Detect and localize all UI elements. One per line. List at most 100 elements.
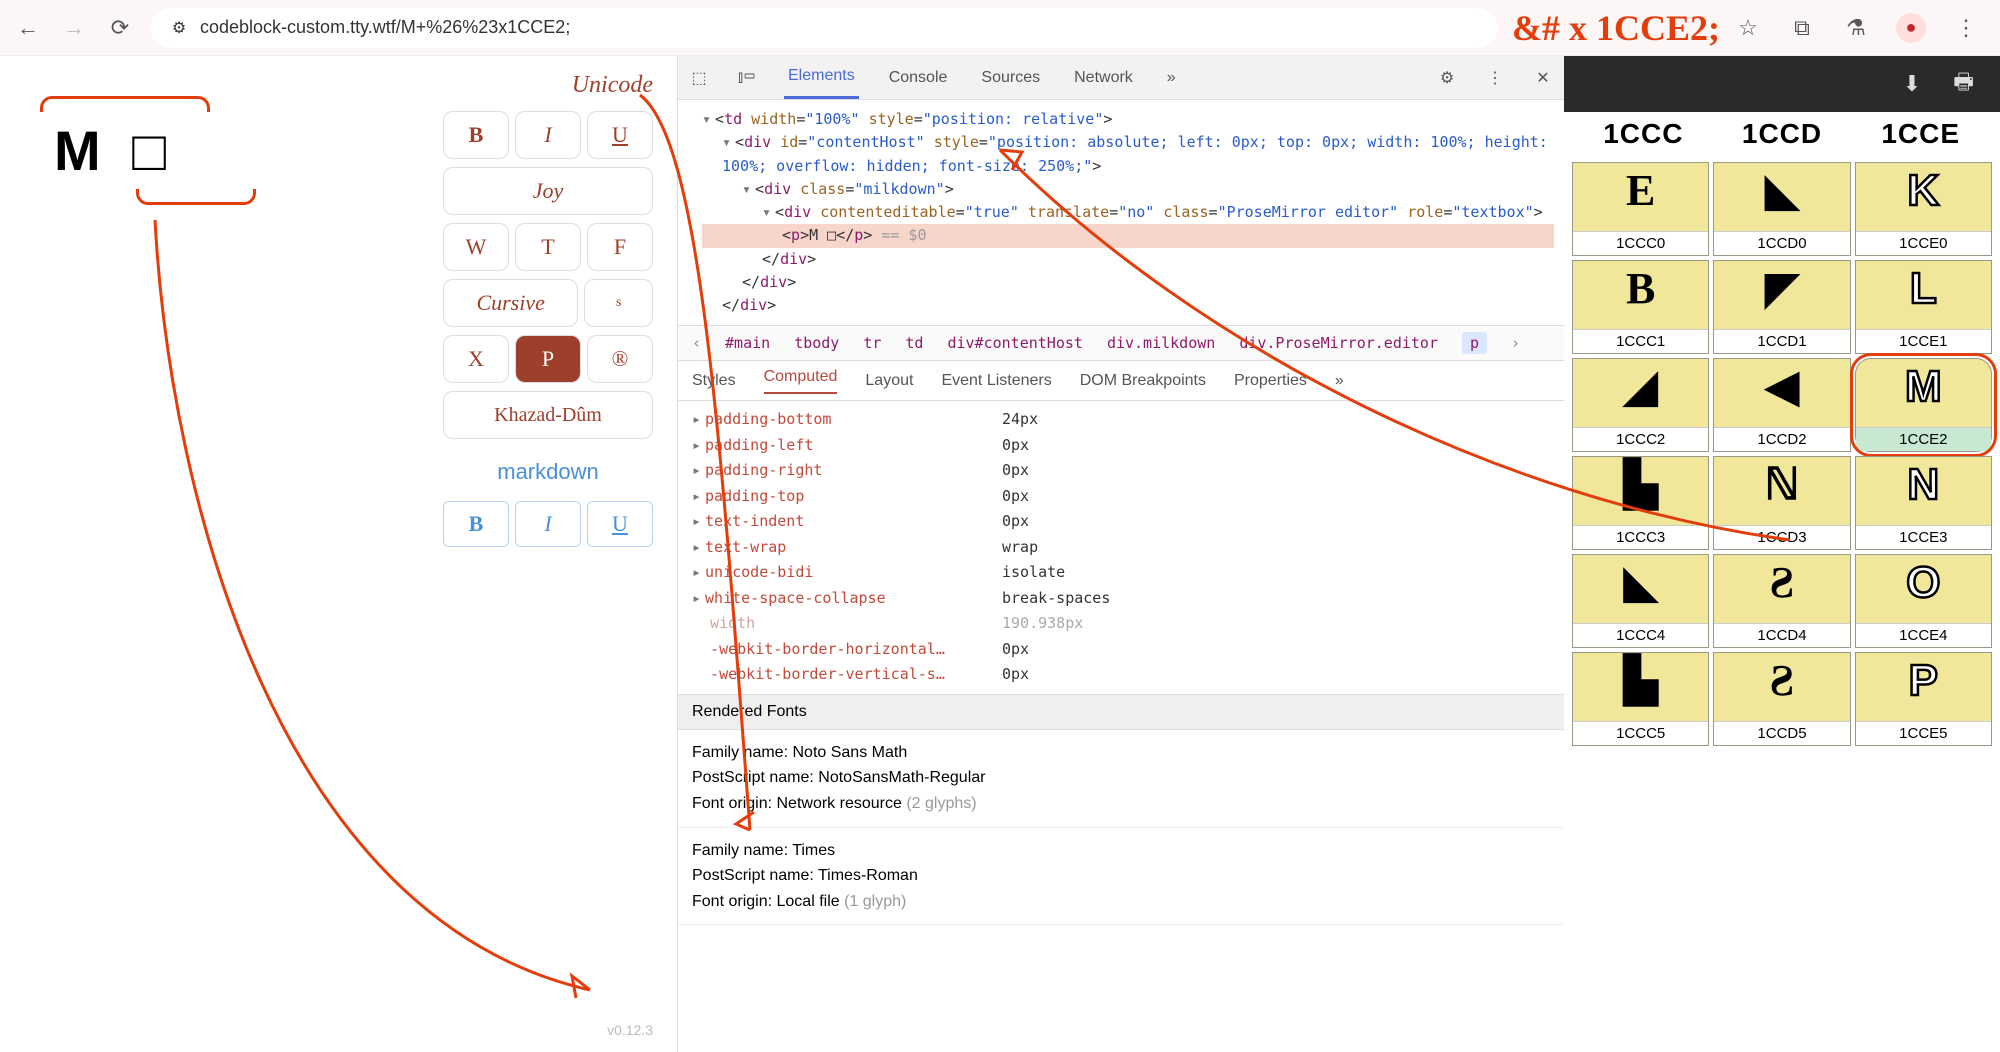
computed-row[interactable]: width190.938px <box>692 611 1550 637</box>
crumb-p[interactable]: p <box>1462 332 1487 354</box>
print-icon[interactable]: 🖶 <box>1953 65 1974 103</box>
tab-console[interactable]: Console <box>885 56 952 99</box>
p-button[interactable]: P <box>515 335 581 383</box>
r-button[interactable]: ® <box>587 335 653 383</box>
cursive-button[interactable]: Cursive <box>443 279 578 327</box>
font2-ps: Times-Roman <box>818 867 918 884</box>
kebab-menu-icon[interactable]: ⋮ <box>1952 14 1980 42</box>
subtab-layout[interactable]: Layout <box>865 372 913 390</box>
glyph-cell-1CCD3[interactable]: ℕ1CCD3 <box>1713 456 1850 550</box>
glyph-cell-1CCC2[interactable]: ◢1CCC2 <box>1572 358 1709 452</box>
settings-icon[interactable]: ⚙ <box>1436 67 1458 89</box>
glyph-cell-1CCD2[interactable]: ◀1CCD2 <box>1713 358 1850 452</box>
glyph-cell-1CCC1[interactable]: Β1CCC1 <box>1572 260 1709 354</box>
superscript-button[interactable]: s <box>584 279 653 327</box>
dom-tree[interactable]: ▾<td width="100%" style="position: relat… <box>678 100 1564 325</box>
back-button[interactable]: ← <box>12 12 44 44</box>
w-button[interactable]: W <box>443 223 509 271</box>
md-bold-button[interactable]: B <box>443 501 509 547</box>
crumb-scroll-right[interactable]: › <box>1511 334 1520 352</box>
crumb-contenthost[interactable]: div#contentHost <box>947 334 1082 352</box>
subtabs-overflow[interactable]: » <box>1335 372 1344 390</box>
glyph-cell-1CCC0[interactable]: Ε1CCC0 <box>1572 162 1709 256</box>
close-devtools-icon[interactable]: ✕ <box>1532 67 1554 89</box>
forward-button[interactable]: → <box>58 12 90 44</box>
glyph-icon: K <box>1907 169 1939 213</box>
crumb-milkdown[interactable]: div.milkdown <box>1107 334 1215 352</box>
computed-row[interactable]: ▸padding-right0px <box>692 458 1550 484</box>
subtab-dom-breakpoints[interactable]: DOM Breakpoints <box>1080 372 1206 390</box>
subtab-styles[interactable]: Styles <box>692 372 736 390</box>
glyph-cell-1CCE5[interactable]: P1CCE5 <box>1855 652 1992 746</box>
computed-row[interactable]: -webkit-border-vertical-s…0px <box>692 662 1550 688</box>
glyph-cell-1CCE2[interactable]: M1CCE2 <box>1855 358 1992 452</box>
device-toggle-icon[interactable]: ⫾▭ <box>736 67 758 89</box>
glyph-cell-1CCC3[interactable]: ▙1CCC3 <box>1572 456 1709 550</box>
subtab-event-listeners[interactable]: Event Listeners <box>941 372 1051 390</box>
glyph-cell-1CCD1[interactable]: ◤1CCD1 <box>1713 260 1850 354</box>
crumb-prosemirror[interactable]: div.ProseMirror.editor <box>1239 334 1438 352</box>
glyph-cell-1CCC4[interactable]: ◣ 1CCC4 <box>1572 554 1709 648</box>
subtab-properties[interactable]: Properties <box>1234 372 1307 390</box>
computed-row[interactable]: ▸unicode-bidiisolate <box>692 560 1550 586</box>
inspect-icon[interactable]: ⬚ <box>688 67 710 89</box>
joy-button[interactable]: Joy <box>443 167 653 215</box>
khazad-button[interactable]: Khazad-Dûm <box>443 391 653 439</box>
md-italic-button[interactable]: I <box>515 501 581 547</box>
glyph-cell-1CCC5[interactable]: ▙1CCC5 <box>1572 652 1709 746</box>
glyph-icon: ◣ <box>1624 561 1658 605</box>
rendered-fonts-header: Rendered Fonts <box>678 694 1564 730</box>
rendered-text[interactable]: M □ <box>40 118 256 183</box>
crumb-scroll-left[interactable]: ‹ <box>692 334 701 352</box>
devtools-menu-icon[interactable]: ⋮ <box>1484 67 1506 89</box>
md-underline-button[interactable]: U <box>587 501 653 547</box>
tab-sources[interactable]: Sources <box>977 56 1044 99</box>
crumb-tbody[interactable]: tbody <box>794 334 839 352</box>
col-header-1ccd: 1CCD <box>1713 118 1852 150</box>
bold-button[interactable]: B <box>443 111 509 159</box>
x-button[interactable]: X <box>443 335 509 383</box>
reload-button[interactable]: ⟳ <box>104 12 136 44</box>
chrome-actions: ☆ ⧉ ⚗ ● ⋮ <box>1734 13 1988 43</box>
subtab-computed[interactable]: Computed <box>764 368 838 394</box>
f-button[interactable]: F <box>587 223 653 271</box>
glyph-cell-1CCE3[interactable]: N1CCE3 <box>1855 456 1992 550</box>
glyph-code-label: 1CCC4 <box>1573 623 1708 647</box>
computed-row[interactable]: ▸white-space-collapsebreak-spaces <box>692 586 1550 612</box>
glyph-cell-1CCE4[interactable]: O1CCE4 <box>1855 554 1992 648</box>
version-label: v0.12.3 <box>607 1022 653 1038</box>
glyph-cell-1CCD5[interactable]: Ƨ1CCD5 <box>1713 652 1850 746</box>
tab-network[interactable]: Network <box>1070 56 1137 99</box>
tab-elements[interactable]: Elements <box>784 56 859 99</box>
italic-button[interactable]: I <box>515 111 581 159</box>
font1-origin: Network resource <box>777 795 902 812</box>
computed-row[interactable]: -webkit-border-horizontal…0px <box>692 637 1550 663</box>
computed-row[interactable]: ▸padding-left0px <box>692 433 1550 459</box>
glyph-cell-1CCD0[interactable]: ◣1CCD0 <box>1713 162 1850 256</box>
crumb-tr[interactable]: tr <box>863 334 881 352</box>
glyph-icon: O <box>1906 561 1940 605</box>
computed-list[interactable]: ▸padding-bottom24px▸padding-left0px▸padd… <box>678 401 1564 694</box>
crumb-td[interactable]: td <box>905 334 923 352</box>
glyph-cell-1CCE1[interactable]: L1CCE1 <box>1855 260 1992 354</box>
glyph-cell-1CCD4[interactable]: Ƨ1CCD4 <box>1713 554 1850 648</box>
star-icon[interactable]: ☆ <box>1734 14 1762 42</box>
computed-row[interactable]: ▸padding-bottom24px <box>692 407 1550 433</box>
t-button[interactable]: T <box>515 223 581 271</box>
site-info-icon[interactable]: ⚙ <box>168 17 190 39</box>
extensions-icon[interactable]: ⧉ <box>1788 14 1816 42</box>
tabs-overflow[interactable]: » <box>1163 56 1180 99</box>
download-icon[interactable]: ⬇ <box>1903 71 1921 97</box>
glyph-code-label: 1CCD0 <box>1714 231 1849 255</box>
crumb-main[interactable]: #main <box>725 334 770 352</box>
address-bar[interactable]: ⚙ codeblock-custom.tty.wtf/M+%26%23x1CCE… <box>150 8 1498 48</box>
underline-button[interactable]: U <box>587 111 653 159</box>
computed-row[interactable]: ▸text-indent0px <box>692 509 1550 535</box>
glyph-code-label: 1CCD2 <box>1714 427 1849 451</box>
computed-row[interactable]: ▸text-wrapwrap <box>692 535 1550 561</box>
computed-row[interactable]: ▸padding-top0px <box>692 484 1550 510</box>
profile-avatar[interactable]: ● <box>1896 13 1926 43</box>
labs-icon[interactable]: ⚗ <box>1842 14 1870 42</box>
glyph-icon: Ƨ <box>1770 659 1794 703</box>
glyph-cell-1CCE0[interactable]: K1CCE0 <box>1855 162 1992 256</box>
